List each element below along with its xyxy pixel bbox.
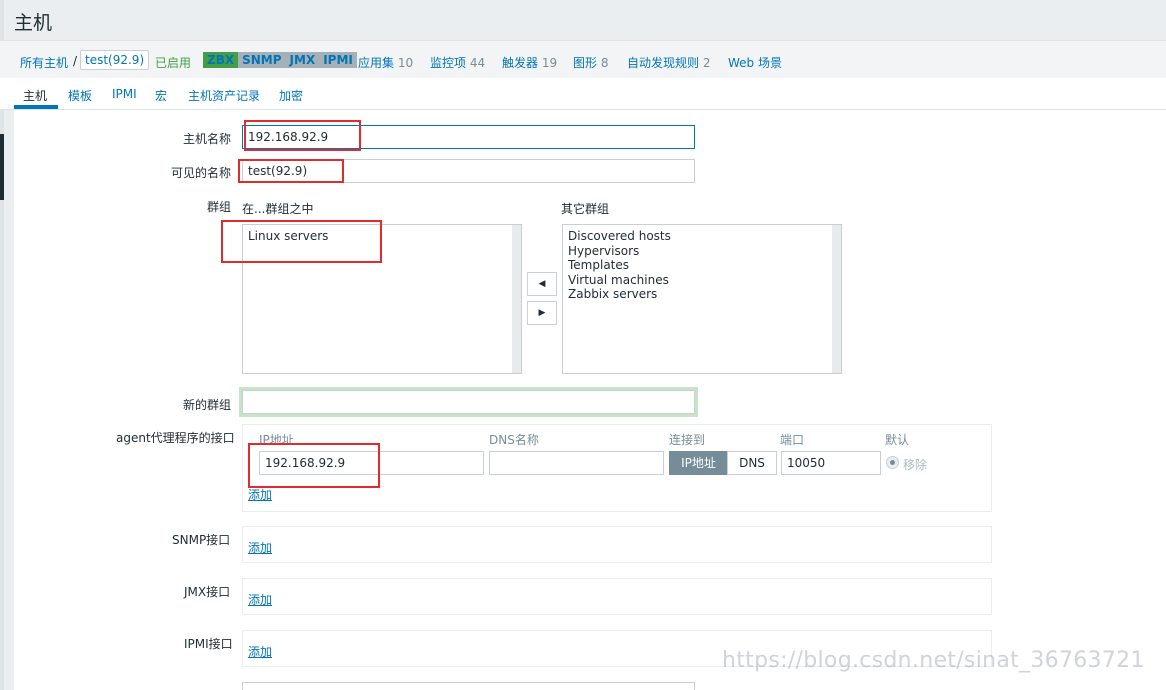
highlight-agent-ip xyxy=(248,443,380,488)
host-navigation: 所有主机 / test(92.9) 已启用 ZBX SNMP JMX IPMI … xyxy=(0,40,1166,78)
nav-triggers-link[interactable]: 触发器 19 xyxy=(502,54,557,71)
nav-applications-link[interactable]: 应用集 10 xyxy=(358,54,413,71)
nav-all-hosts-link[interactable]: 所有主机 xyxy=(20,54,68,71)
remove-interface-button[interactable]: 移除 xyxy=(903,456,927,473)
nav-discovery-link[interactable]: 自动发现规则 2 xyxy=(627,54,710,71)
nav-discovery-label: 自动发现规则 xyxy=(627,56,700,70)
move-left-button[interactable]: ◀ xyxy=(527,272,557,296)
nav-applications-label: 应用集 xyxy=(358,56,395,70)
badge-zbx: ZBX xyxy=(203,52,239,68)
tab-ipmi[interactable]: IPMI xyxy=(112,87,137,101)
nav-items-label: 监控项 xyxy=(430,56,467,70)
availability-badges: ZBX SNMP JMX IPMI xyxy=(203,52,357,68)
badge-snmp: SNMP xyxy=(238,52,286,68)
dns-column-header: DNS名称 xyxy=(489,433,539,447)
description-field-partial[interactable] xyxy=(242,682,695,690)
highlight-visible-name xyxy=(238,159,344,183)
other-groups-label: 其它群组 xyxy=(561,202,610,216)
badge-jmx: JMX xyxy=(285,52,320,68)
connect-column-header: 连接到 xyxy=(669,433,706,447)
agent-dns-input[interactable] xyxy=(489,451,664,475)
nav-graphs-count: 8 xyxy=(600,56,609,70)
active-tab-indicator xyxy=(14,105,58,109)
other-group-option[interactable]: Virtual machines xyxy=(568,273,836,288)
watermark: https://blog.csdn.net/sinat_36763721 xyxy=(722,648,1145,673)
other-group-option[interactable]: Hypervisors xyxy=(568,244,836,259)
left-edge-marker xyxy=(0,134,4,200)
tab-macros[interactable]: 宏 xyxy=(155,87,167,104)
other-groups-listbox[interactable]: Discovered hosts Hypervisors Templates V… xyxy=(562,224,842,374)
jmx-interface-box: 添加 xyxy=(242,578,992,615)
other-group-option[interactable]: Discovered hosts xyxy=(568,229,836,244)
nav-triggers-label: 触发器 xyxy=(502,56,539,70)
tab-inventory[interactable]: 主机资产记录 xyxy=(188,87,260,104)
snmp-interface-label: SNMP接口 xyxy=(172,533,231,547)
connect-ip-toggle[interactable]: IP地址 xyxy=(669,451,728,475)
other-group-option[interactable]: Templates xyxy=(568,258,836,273)
other-groups-scrollbar[interactable] xyxy=(832,225,841,373)
nav-items-link[interactable]: 监控项 44 xyxy=(430,54,485,71)
nav-discovery-count: 2 xyxy=(702,56,711,70)
host-name-label: 主机名称 xyxy=(183,132,232,146)
groups-label: 群组 xyxy=(207,200,232,214)
highlight-host-name xyxy=(244,120,361,151)
tab-host[interactable]: 主机 xyxy=(23,87,47,104)
jmx-add-link[interactable]: 添加 xyxy=(248,591,272,608)
connect-dns-toggle[interactable]: DNS xyxy=(727,451,777,475)
tab-templates[interactable]: 模板 xyxy=(68,87,92,104)
in-groups-label: 在...群组之中 xyxy=(242,202,314,216)
jmx-interface-label: JMX接口 xyxy=(184,585,231,599)
nav-web-scenarios-link[interactable]: Web 场景 xyxy=(728,54,782,71)
form-tabs: 主机 模板 IPMI 宏 主机资产记录 加密 xyxy=(0,78,1166,110)
new-group-label: 新的群组 xyxy=(183,398,232,412)
host-form-panel: 主机名称 192.168.92.9 可见的名称 test(92.9) 群组 在.… xyxy=(14,110,1166,690)
page-title: 主机 xyxy=(14,12,53,34)
move-right-button[interactable]: ▶ xyxy=(527,301,557,325)
snmp-interface-box: 添加 xyxy=(242,526,992,563)
agent-port-input[interactable]: 10050 xyxy=(781,451,881,475)
port-column-header: 端口 xyxy=(780,433,805,447)
ipmi-add-link[interactable]: 添加 xyxy=(248,643,272,660)
breadcrumb-separator: / xyxy=(73,54,78,68)
default-column-header: 默认 xyxy=(885,433,910,447)
host-status-enabled[interactable]: 已启用 xyxy=(155,54,191,71)
nav-items-count: 44 xyxy=(469,56,486,70)
ipmi-interface-label: IPMI接口 xyxy=(184,637,233,651)
new-group-input[interactable] xyxy=(242,390,695,414)
nav-graphs-link[interactable]: 图形 8 xyxy=(573,54,608,71)
agent-add-link[interactable]: 添加 xyxy=(248,486,272,503)
snmp-add-link[interactable]: 添加 xyxy=(248,539,272,556)
other-group-option[interactable]: Zabbix servers xyxy=(568,287,836,302)
highlight-in-groups xyxy=(221,220,382,263)
agent-interface-label: agent代理程序的接口 xyxy=(116,431,235,445)
visible-name-label: 可见的名称 xyxy=(171,166,232,180)
nav-current-host[interactable]: test(92.9) xyxy=(80,50,150,70)
default-interface-radio[interactable] xyxy=(886,456,899,469)
badge-ipmi: IPMI xyxy=(319,52,357,68)
nav-applications-count: 10 xyxy=(397,56,414,70)
in-groups-scrollbar[interactable] xyxy=(512,225,521,373)
tab-encryption[interactable]: 加密 xyxy=(279,87,303,104)
nav-triggers-count: 19 xyxy=(541,56,558,70)
nav-graphs-label: 图形 xyxy=(573,56,598,70)
